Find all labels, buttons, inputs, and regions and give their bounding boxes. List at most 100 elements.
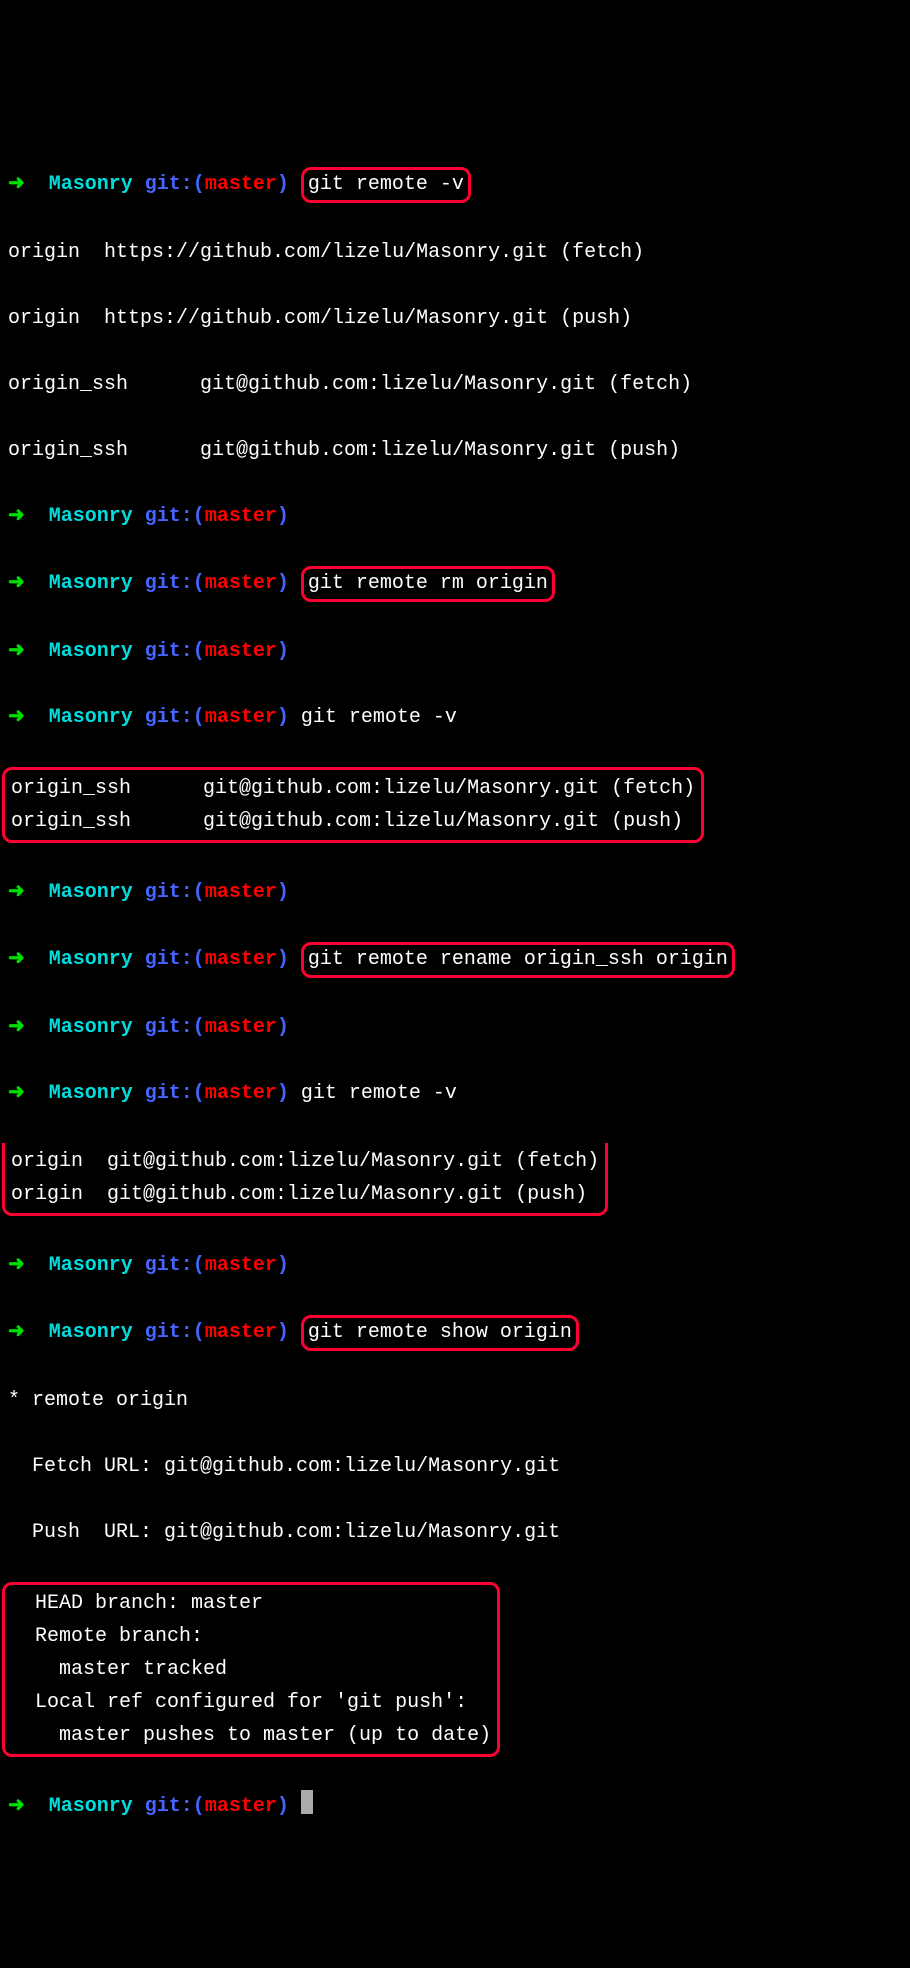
output-line: Remote branch: xyxy=(11,1625,203,1648)
git-label: git: xyxy=(133,881,193,904)
prompt-line: ➜ Masonry git:(master) xyxy=(8,876,902,909)
paren: ( xyxy=(193,1082,205,1105)
paren: ) xyxy=(277,706,289,729)
arrow-icon: ➜ xyxy=(8,1254,37,1277)
paren: ) xyxy=(277,881,289,904)
paren: ) xyxy=(277,505,289,528)
output-box: origin_ssh git@github.com:lizelu/Masonry… xyxy=(8,767,902,843)
arrow-icon: ➜ xyxy=(8,173,37,196)
branch: master xyxy=(205,173,277,196)
arrow-icon: ➜ xyxy=(8,505,37,528)
git-label: git: xyxy=(133,1082,193,1105)
arrow-icon: ➜ xyxy=(8,948,37,971)
command-highlight: git remote -v xyxy=(301,167,471,203)
git-label: git: xyxy=(133,173,193,196)
output-box: origin git@github.com:lizelu/Masonry.git… xyxy=(8,1143,902,1216)
output-line: origin https://github.com/lizelu/Masonry… xyxy=(8,236,902,269)
prompt-line: ➜ Masonry git:(master) xyxy=(8,1011,902,1044)
output-line: master pushes to master (up to date) xyxy=(11,1724,491,1747)
command: git remote -v xyxy=(301,1082,457,1105)
paren: ( xyxy=(193,881,205,904)
git-label: git: xyxy=(133,505,193,528)
output-line: origin_ssh git@github.com:lizelu/Masonry… xyxy=(8,434,902,467)
paren: ) xyxy=(277,640,289,663)
directory: Masonry xyxy=(37,1795,133,1818)
directory: Masonry xyxy=(37,505,133,528)
prompt-line: ➜ Masonry git:(master) git remote -v xyxy=(8,1077,902,1110)
arrow-icon: ➜ xyxy=(8,1082,37,1105)
command: git remote rm origin xyxy=(308,572,548,595)
prompt-line: ➜ Masonry git:(master) xyxy=(8,500,902,533)
branch: master xyxy=(205,572,277,595)
paren: ( xyxy=(193,572,205,595)
paren: ( xyxy=(193,505,205,528)
arrow-icon: ➜ xyxy=(8,706,37,729)
directory: Masonry xyxy=(37,173,133,196)
paren: ) xyxy=(277,173,289,196)
paren: ( xyxy=(193,173,205,196)
paren: ( xyxy=(193,706,205,729)
paren: ) xyxy=(277,1795,289,1818)
prompt-line: ➜ Masonry git:(master) git remote rename… xyxy=(8,942,902,978)
directory: Masonry xyxy=(37,1254,133,1277)
arrow-icon: ➜ xyxy=(8,640,37,663)
directory: Masonry xyxy=(37,948,133,971)
paren: ) xyxy=(277,572,289,595)
output-line: origin git@github.com:lizelu/Masonry.git… xyxy=(11,1150,599,1173)
paren: ( xyxy=(193,1795,205,1818)
arrow-icon: ➜ xyxy=(8,1016,37,1039)
output-line: Local ref configured for 'git push': xyxy=(11,1691,467,1714)
git-label: git: xyxy=(133,1016,193,1039)
output-line: Push URL: git@github.com:lizelu/Masonry.… xyxy=(8,1516,902,1549)
git-label: git: xyxy=(133,1795,193,1818)
command: git remote -v xyxy=(308,173,464,196)
git-label: git: xyxy=(133,948,193,971)
prompt-line: ➜ Masonry git:(master) xyxy=(8,1249,902,1282)
prompt-line: ➜ Masonry git:(master) git remote -v xyxy=(8,701,902,734)
paren: ( xyxy=(193,1016,205,1039)
prompt-line: ➜ Masonry git:(master) git remote -v xyxy=(8,167,902,203)
arrow-icon: ➜ xyxy=(8,1795,37,1818)
output-line: origin git@github.com:lizelu/Masonry.git… xyxy=(11,1183,587,1206)
command: git remote show origin xyxy=(308,1321,572,1344)
prompt-line: ➜ Masonry git:(master) xyxy=(8,635,902,668)
git-label: git: xyxy=(133,1321,193,1344)
directory: Masonry xyxy=(37,1321,133,1344)
paren: ( xyxy=(193,1321,205,1344)
paren: ) xyxy=(277,948,289,971)
output-line: origin https://github.com/lizelu/Masonry… xyxy=(8,302,902,335)
paren: ( xyxy=(193,1254,205,1277)
paren: ) xyxy=(277,1321,289,1344)
output-line: * remote origin xyxy=(8,1384,902,1417)
directory: Masonry xyxy=(37,881,133,904)
git-label: git: xyxy=(133,572,193,595)
paren: ) xyxy=(277,1254,289,1277)
command-highlight: git remote rename origin_ssh origin xyxy=(301,942,735,978)
arrow-icon: ➜ xyxy=(8,881,37,904)
paren: ( xyxy=(193,948,205,971)
command-highlight: git remote show origin xyxy=(301,1315,579,1351)
terminal[interactable]: ➜ Masonry git:(master) git remote -v ori… xyxy=(8,134,902,1856)
prompt-line[interactable]: ➜ Masonry git:(master) xyxy=(8,1790,902,1823)
output-line: origin_ssh git@github.com:lizelu/Masonry… xyxy=(11,810,683,833)
git-label: git: xyxy=(133,706,193,729)
prompt-line: ➜ Masonry git:(master) git remote rm ori… xyxy=(8,566,902,602)
cursor xyxy=(301,1790,313,1814)
git-label: git: xyxy=(133,1254,193,1277)
branch: master xyxy=(205,1321,277,1344)
directory: Masonry xyxy=(37,1016,133,1039)
command: git remote -v xyxy=(301,706,457,729)
directory: Masonry xyxy=(37,1082,133,1105)
branch: master xyxy=(205,706,277,729)
output-line: origin_ssh git@github.com:lizelu/Masonry… xyxy=(8,368,902,401)
branch: master xyxy=(205,640,277,663)
directory: Masonry xyxy=(37,640,133,663)
directory: Masonry xyxy=(37,706,133,729)
prompt-line: ➜ Masonry git:(master) git remote show o… xyxy=(8,1315,902,1351)
branch: master xyxy=(205,1795,277,1818)
git-label: git: xyxy=(133,640,193,663)
arrow-icon: ➜ xyxy=(8,572,37,595)
output-line: master tracked xyxy=(11,1658,227,1681)
command-highlight: git remote rm origin xyxy=(301,566,555,602)
branch: master xyxy=(205,881,277,904)
